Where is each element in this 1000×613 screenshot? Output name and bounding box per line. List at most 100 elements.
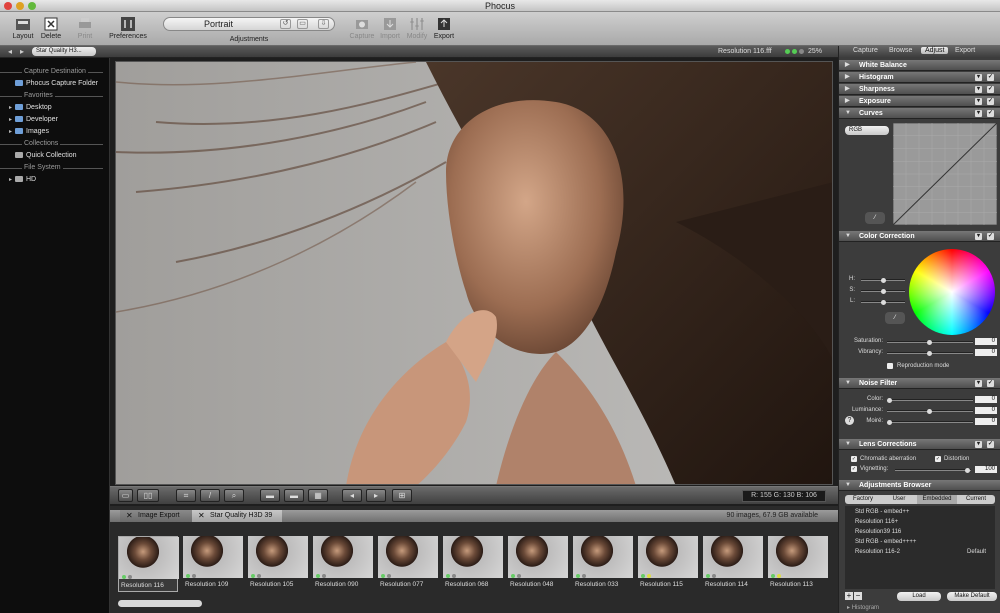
section-adjustments-browser[interactable]: ▼ Adjustments Browser xyxy=(839,480,1000,491)
sidebar-item-developer[interactable]: ▸ Developer xyxy=(9,116,58,123)
slider-knob[interactable] xyxy=(881,300,886,305)
section-exposure[interactable]: ▶ Exposure ▾ ✓ xyxy=(839,96,1000,107)
vibrancy-value[interactable]: 0 xyxy=(975,349,997,356)
l-slider[interactable] xyxy=(861,300,905,305)
slider-knob[interactable] xyxy=(965,468,970,473)
luminance-slider[interactable] xyxy=(887,409,973,414)
curves-channel-dropdown[interactable]: RGB xyxy=(845,126,889,135)
thumbnail[interactable]: Resolution 115 xyxy=(638,536,698,592)
sidebar-item-capture-folder[interactable]: Phocus Capture Folder xyxy=(9,80,98,87)
make-default-button[interactable]: Make Default xyxy=(947,592,997,601)
crop-tool-button[interactable]: ⌗ xyxy=(176,489,196,502)
thumbnail[interactable]: Resolution 090 xyxy=(313,536,373,592)
filmstrip-scrollbar[interactable] xyxy=(118,600,202,607)
delete-button[interactable]: Delete xyxy=(34,14,68,40)
section-lens-corrections[interactable]: ▼ Lens Corrections ▾ ✓ xyxy=(839,439,1000,450)
slider-knob[interactable] xyxy=(927,351,932,356)
list-item[interactable]: Resolution39 116 xyxy=(855,529,901,535)
vignetting-slider[interactable] xyxy=(895,468,971,473)
saturation-value[interactable]: 0 xyxy=(975,338,997,345)
vignetting-checkbox[interactable]: ✓ xyxy=(851,466,857,472)
curves-eyedropper-button[interactable]: ⁄ xyxy=(865,212,885,224)
thumbnail[interactable]: Resolution 068 xyxy=(443,536,503,592)
strip-layout-button[interactable]: ▬ xyxy=(260,489,280,502)
thumbnail[interactable]: Resolution 048 xyxy=(508,536,568,592)
strip-right-button[interactable]: ▬ xyxy=(284,489,304,502)
single-view-button[interactable]: ▭ xyxy=(118,489,133,502)
distortion-checkbox[interactable]: ✓ xyxy=(935,456,941,462)
noise-color-value[interactable]: 0 xyxy=(975,396,997,403)
tab-capture[interactable]: Capture xyxy=(853,47,878,54)
enable-checkbox[interactable]: ✓ xyxy=(987,233,994,240)
collection-dropdown[interactable]: Star Quality H3... xyxy=(32,47,96,56)
sidebar-item-quick-collection[interactable]: Quick Collection xyxy=(9,152,77,159)
enable-checkbox[interactable]: ✓ xyxy=(987,380,994,387)
thumbnail[interactable]: Resolution 105 xyxy=(248,536,308,592)
tab-image-export[interactable]: ✕ Image Export xyxy=(120,510,192,522)
picker-tool-button[interactable]: / xyxy=(200,489,220,502)
hue-slider[interactable] xyxy=(861,278,905,283)
thumbnail[interactable]: Resolution 109 xyxy=(183,536,243,592)
slider-knob[interactable] xyxy=(927,409,932,414)
tab-export[interactable]: Export xyxy=(955,47,975,54)
noise-color-slider[interactable] xyxy=(887,398,973,403)
list-item[interactable]: Std RGB - embed++ xyxy=(855,509,909,515)
tab-star-quality[interactable]: ✕ Star Quality H3D 39 xyxy=(192,510,282,522)
grid-view-button[interactable]: ▦ xyxy=(308,489,328,502)
next-image-button[interactable]: ▸ xyxy=(366,489,386,502)
vibrancy-slider[interactable] xyxy=(887,351,973,356)
reset-icon[interactable]: ↺ xyxy=(280,19,291,29)
section-curves[interactable]: ▼ Curves ▾ ✓ xyxy=(839,108,1000,119)
thumbnail[interactable]: Resolution 116 xyxy=(118,536,179,592)
sidebar-item-desktop[interactable]: ▸ Desktop xyxy=(9,104,52,111)
enable-checkbox[interactable]: ✓ xyxy=(987,86,994,93)
copy-icon[interactable]: ▭ xyxy=(297,19,308,29)
remove-preset-icon[interactable]: − xyxy=(854,592,862,600)
thumbnail[interactable]: Resolution 113 xyxy=(768,536,828,592)
curves-graph[interactable] xyxy=(893,123,997,225)
moire-value[interactable]: 0 xyxy=(975,418,997,425)
section-histogram[interactable]: ▶ Histogram ▾ ✓ xyxy=(839,72,1000,83)
previous-image-button[interactable]: ◂ xyxy=(342,489,362,502)
tab-adjust[interactable]: Adjust xyxy=(921,47,949,54)
saturation-slider[interactable] xyxy=(887,340,973,345)
slider-knob[interactable] xyxy=(887,420,892,425)
chromatic-aberration-checkbox[interactable]: ✓ xyxy=(851,456,857,462)
color-eyedropper-button[interactable]: ⁄ xyxy=(885,312,905,324)
section-color-correction[interactable]: ▼ Color Correction ▾ ✓ xyxy=(839,231,1000,242)
section-white-balance[interactable]: ▶ White Balance xyxy=(839,60,1000,71)
zoom-tool-button[interactable]: ⌕ xyxy=(224,489,244,502)
histogram-footer[interactable]: ▸ Histogram xyxy=(847,604,879,611)
vignetting-value[interactable]: 100 xyxy=(975,466,997,473)
thumbnail[interactable]: Resolution 077 xyxy=(378,536,438,592)
compare-view-button[interactable]: ▯▯ xyxy=(137,489,159,502)
load-button[interactable]: Load xyxy=(897,592,941,601)
color-wheel[interactable] xyxy=(909,249,995,335)
list-item[interactable]: Std RGB - embed++++ xyxy=(855,539,916,545)
close-tab-icon[interactable]: ✕ xyxy=(126,510,133,522)
image-viewer[interactable] xyxy=(115,61,833,485)
slider-knob[interactable] xyxy=(927,340,932,345)
moire-slider[interactable] xyxy=(887,420,973,425)
save-icon[interactable]: ⇩ xyxy=(318,19,329,29)
tab-embedded[interactable]: Embedded xyxy=(917,495,957,504)
slider-knob[interactable] xyxy=(887,398,892,403)
print-button[interactable]: Print xyxy=(68,14,102,40)
enable-checkbox[interactable]: ✓ xyxy=(987,98,994,105)
sidebar-item-images[interactable]: ▸ Images xyxy=(9,128,49,135)
list-item[interactable]: Resolution 116-2 xyxy=(855,549,900,555)
export-button[interactable]: Export xyxy=(427,14,461,40)
tab-user[interactable]: User xyxy=(881,495,917,504)
add-preset-icon[interactable]: + xyxy=(845,592,853,600)
thumbnail[interactable]: Resolution 033 xyxy=(573,536,633,592)
sidebar-item-hd[interactable]: ▸ HD xyxy=(9,176,36,183)
fullscreen-button[interactable]: ⊞ xyxy=(392,489,412,502)
list-item[interactable]: Resolution 116+ xyxy=(855,519,898,525)
slider-knob[interactable] xyxy=(881,278,886,283)
close-tab-icon[interactable]: ✕ xyxy=(198,510,205,522)
tab-factory[interactable]: Factory xyxy=(845,495,881,504)
preferences-button[interactable]: Preferences xyxy=(108,14,148,40)
slider-knob[interactable] xyxy=(881,289,886,294)
s-slider[interactable] xyxy=(861,289,905,294)
enable-checkbox[interactable]: ✓ xyxy=(987,110,994,117)
